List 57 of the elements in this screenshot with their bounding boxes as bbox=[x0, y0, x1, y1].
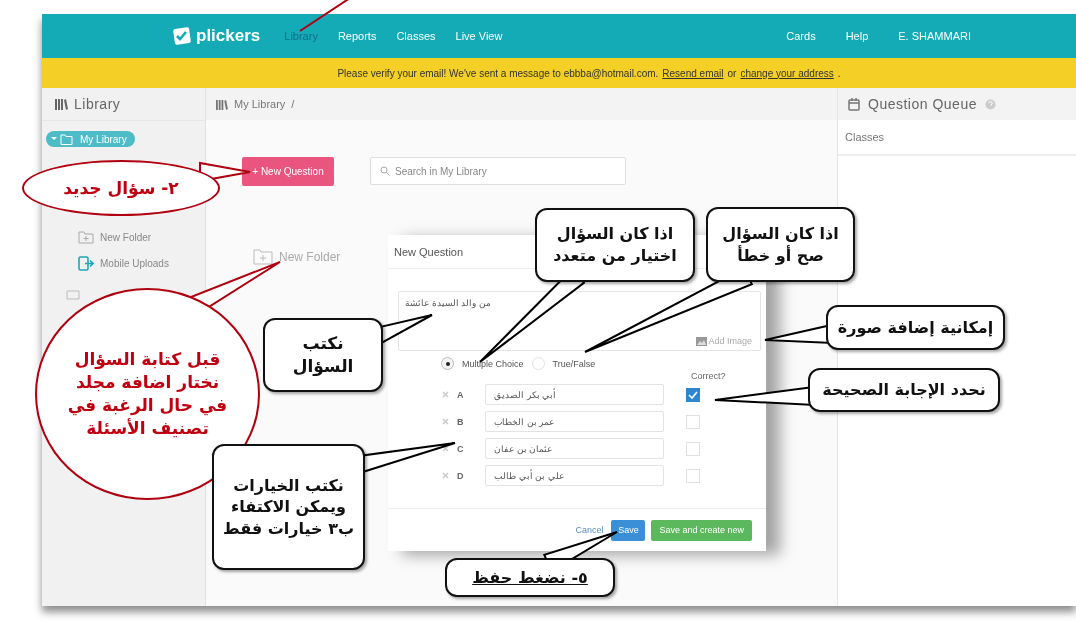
question-type-radio[interactable]: True/False bbox=[531, 357, 596, 370]
folder-icon bbox=[66, 290, 80, 300]
books-icon bbox=[215, 98, 228, 110]
books-icon bbox=[54, 98, 68, 110]
banner-text: . bbox=[837, 67, 841, 79]
folder-plus-icon bbox=[78, 230, 94, 244]
choice-letter: D bbox=[456, 470, 465, 481]
folder-icon bbox=[50, 133, 74, 145]
folder-plus-icon bbox=[253, 249, 273, 265]
nav-link[interactable]: E. SHAMMARI bbox=[898, 30, 971, 42]
banner-text: Please verify your email! We've sent a message to ebbba@hotmail.com. bbox=[337, 67, 659, 79]
sidebar-item[interactable]: My Library bbox=[46, 131, 135, 147]
choice-letter: C bbox=[456, 443, 465, 454]
breadcrumb[interactable]: My Library bbox=[234, 98, 286, 110]
answer-field[interactable]: أبي بكر الصديق bbox=[485, 384, 664, 405]
sidebar-title: Library bbox=[74, 96, 121, 112]
logo-text: plickers bbox=[196, 26, 261, 46]
save-and-create-new-button[interactable]: Save and create new bbox=[651, 519, 752, 541]
nav-link[interactable]: Library bbox=[284, 30, 318, 42]
correct-label: Correct? bbox=[690, 371, 727, 381]
phone-upload-icon bbox=[78, 255, 94, 271]
nav-link[interactable]: Live View bbox=[455, 30, 503, 42]
callout: إمكانية إضافة صورة bbox=[826, 305, 1005, 350]
change-address-link[interactable]: change your address bbox=[740, 67, 834, 79]
answer-field[interactable]: علي بن أبي طالب bbox=[485, 465, 664, 486]
breadcrumb-separator: / bbox=[291, 98, 295, 110]
leader-line bbox=[299, 0, 351, 32]
new-question-button[interactable]: + New Question bbox=[242, 157, 334, 186]
choice-letter: B bbox=[456, 416, 465, 427]
calendar-icon bbox=[848, 97, 860, 111]
nav-link[interactable]: Reports bbox=[337, 30, 377, 42]
sidebar-item[interactable]: New Folder bbox=[42, 224, 205, 250]
answer-field[interactable]: عثمان بن عفان bbox=[485, 438, 664, 459]
resend-link[interactable]: Resend email bbox=[662, 67, 724, 79]
answer-field[interactable]: عمر بن الخطاب bbox=[485, 411, 664, 432]
nav-link[interactable]: Help bbox=[845, 30, 869, 42]
nav-link[interactable]: Cards bbox=[786, 30, 816, 42]
card-check-icon bbox=[170, 25, 192, 47]
help-icon[interactable] bbox=[984, 98, 996, 110]
sidebar-item[interactable]: Mobile Uploads bbox=[42, 250, 205, 276]
nav-link[interactable]: Classes bbox=[396, 30, 436, 42]
panel-title: Question Queue bbox=[868, 96, 977, 112]
callout: نكتب الخيارات ويمكن الاكتفاء ب٣ خيارات فقط bbox=[212, 444, 365, 570]
callout: نكتب السؤال bbox=[263, 318, 383, 392]
search-field[interactable]: Search in My Library bbox=[370, 157, 626, 185]
callout: اذا كان السؤال اختيار من متعدد bbox=[535, 208, 695, 282]
save-button[interactable]: Save bbox=[611, 519, 646, 541]
banner-text: or bbox=[727, 67, 737, 79]
add-image-button[interactable]: Add Image bbox=[696, 336, 752, 346]
correct-checkbox[interactable] bbox=[686, 387, 700, 402]
image-icon bbox=[696, 336, 708, 346]
cancel-button[interactable]: Cancel bbox=[575, 525, 604, 535]
choice-letter: A bbox=[456, 389, 465, 400]
question-type-radio[interactable]: Multiple Choice bbox=[441, 357, 524, 370]
classes-row[interactable]: Classes bbox=[838, 120, 1076, 156]
callout: اذا كان السؤال صح أو خطأ bbox=[706, 207, 855, 282]
new-folder-link[interactable]: New Folder bbox=[279, 250, 341, 264]
